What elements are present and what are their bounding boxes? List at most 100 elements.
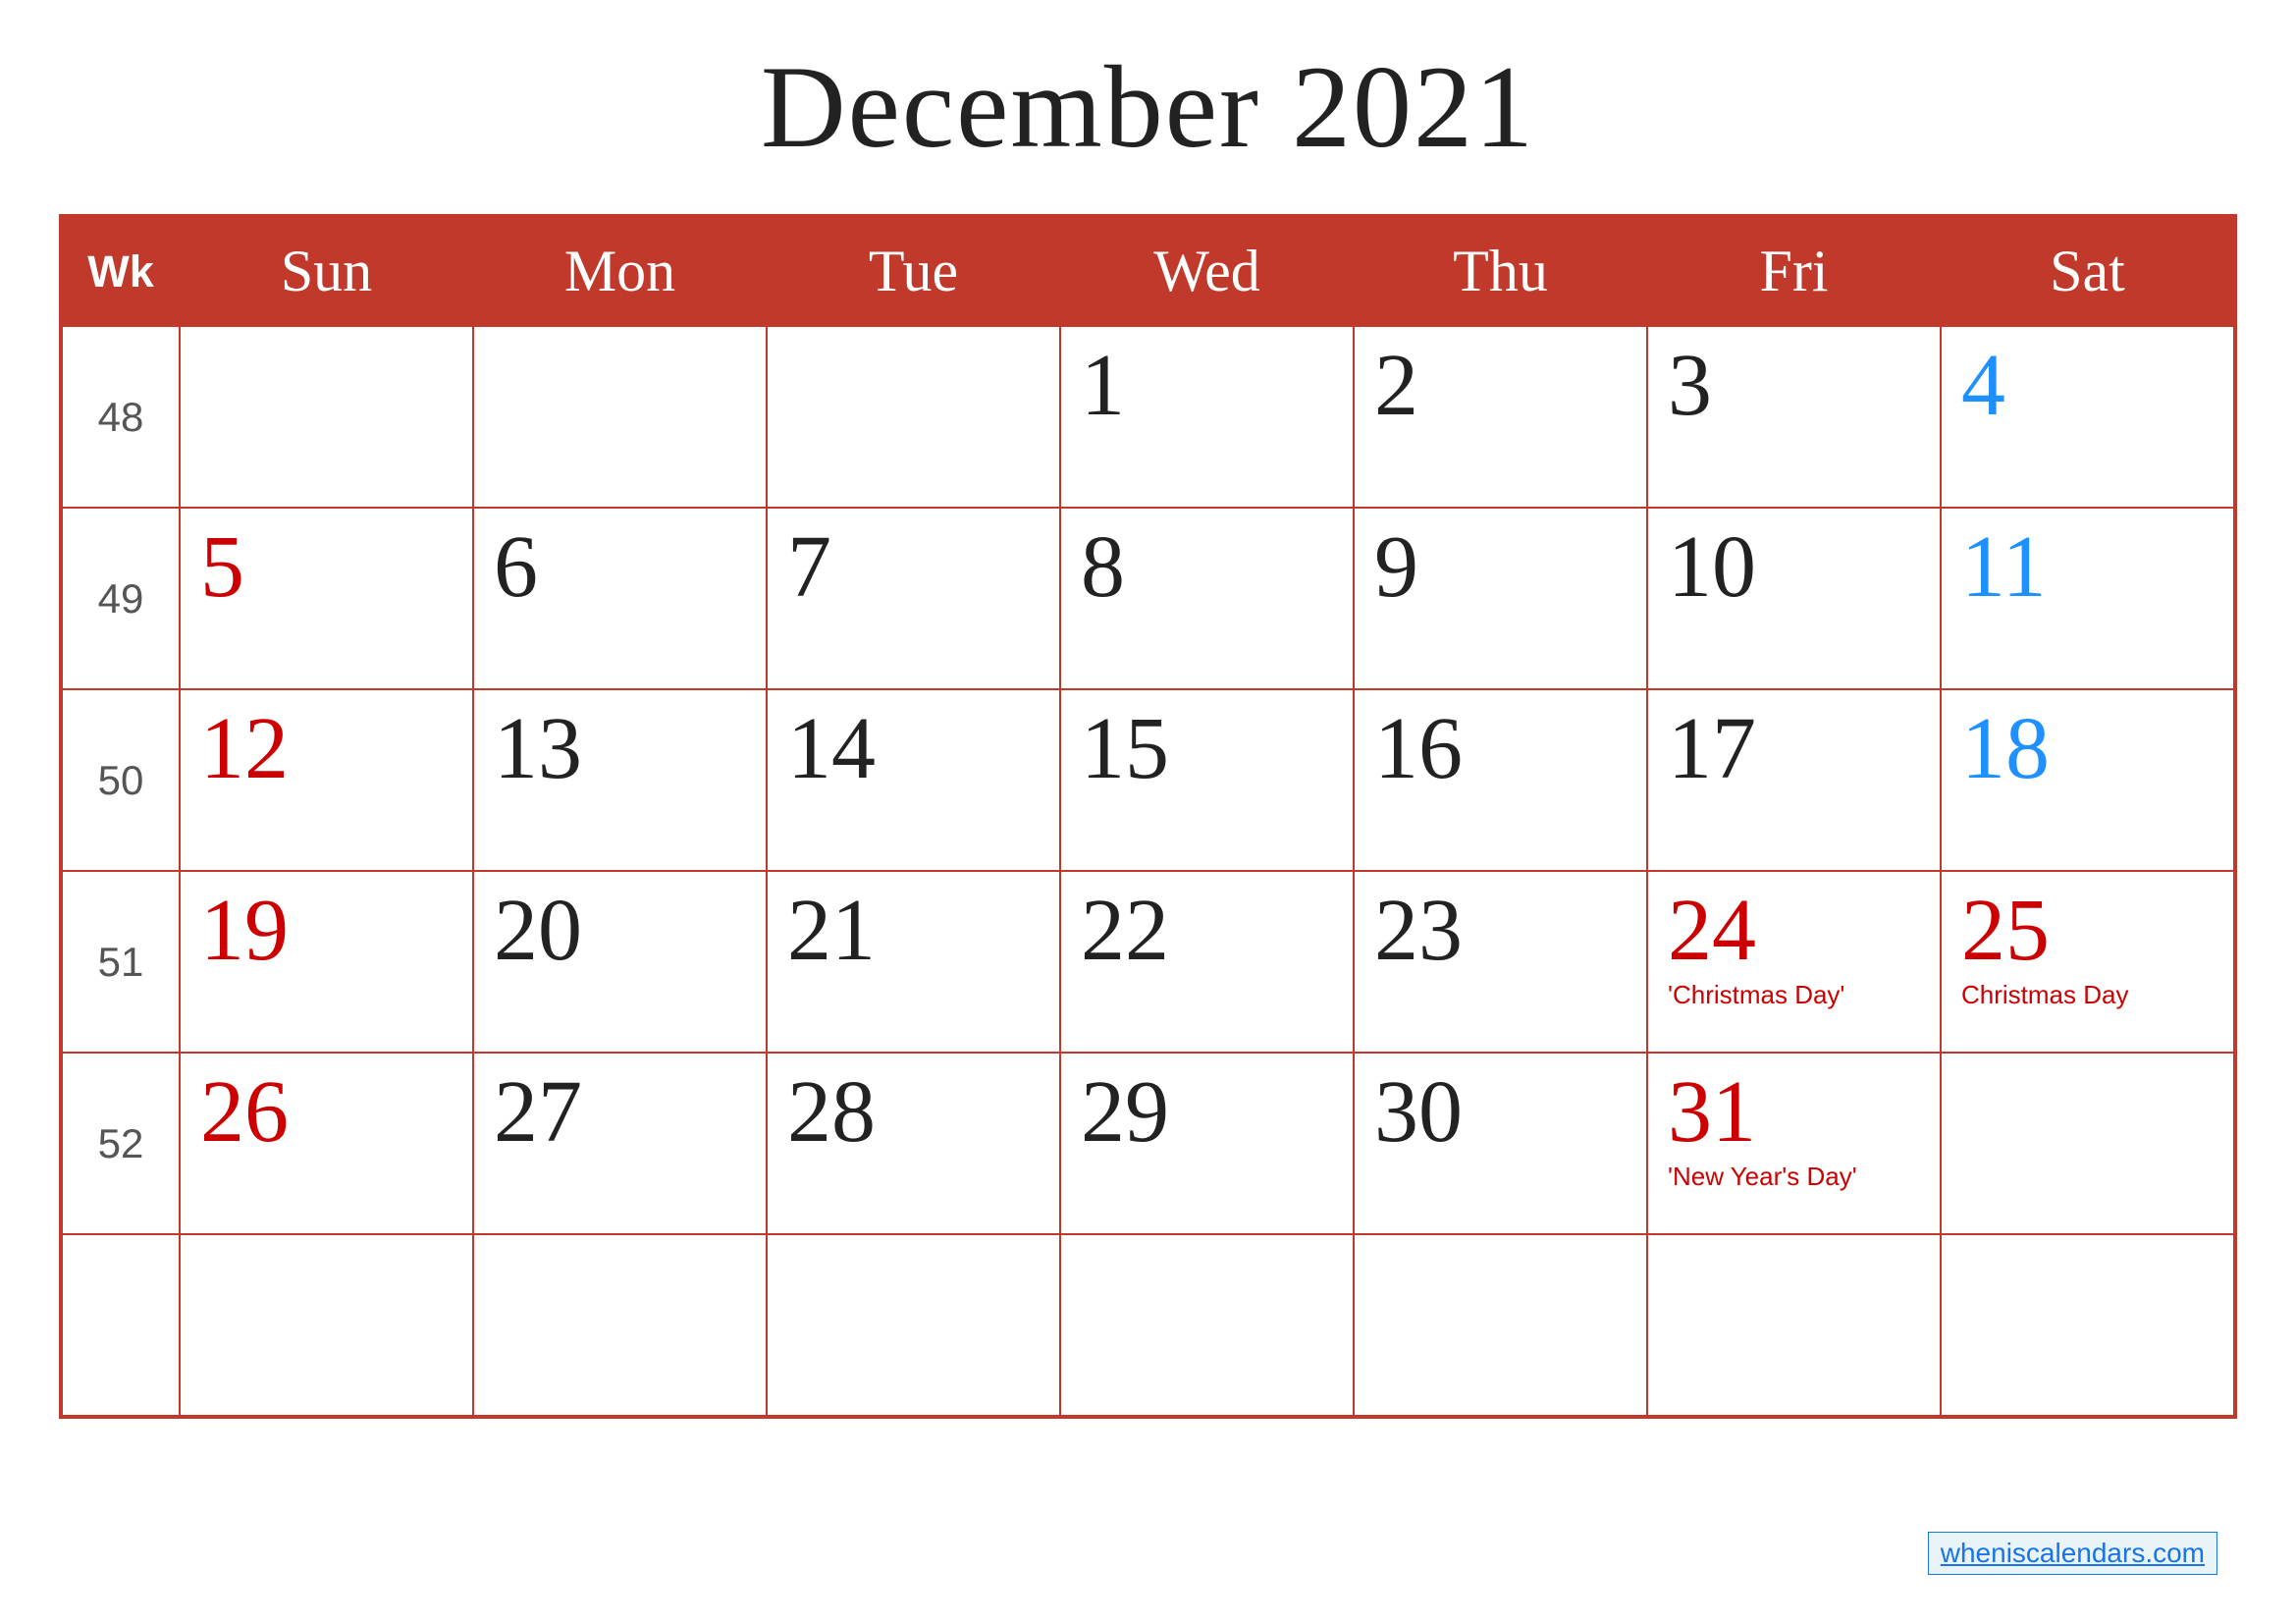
day-number: 17	[1668, 700, 1756, 797]
day-cell: 9	[1354, 508, 1647, 689]
day-cell: 8	[1060, 508, 1354, 689]
week-number: 52	[62, 1053, 180, 1234]
day-number: 8	[1081, 518, 1125, 616]
day-number: 25	[1961, 882, 2050, 979]
calendar-row: 5012 13 14 15 16 17 18	[62, 689, 2234, 871]
day-number: 6	[494, 518, 538, 616]
day-cell: 29	[1060, 1053, 1354, 1234]
day-cell: 15	[1060, 689, 1354, 871]
day-number: 7	[787, 518, 831, 616]
day-cell	[1941, 1234, 2234, 1416]
day-cell	[767, 326, 1060, 508]
col-header-wk: Wk	[62, 217, 180, 326]
day-cell: 10	[1647, 508, 1941, 689]
day-number: 18	[1961, 700, 2050, 797]
week-number: 51	[62, 871, 180, 1053]
watermark[interactable]: wheniscalendars.com	[1928, 1532, 2217, 1575]
calendar-row: 48 1 2 3 4	[62, 326, 2234, 508]
col-header-sun: Sun	[180, 217, 473, 326]
day-cell: 23	[1354, 871, 1647, 1053]
day-cell: 12	[180, 689, 473, 871]
day-number: 28	[787, 1063, 876, 1161]
day-cell	[1060, 1234, 1354, 1416]
holiday-label: 'Christmas Day'	[1668, 980, 1920, 1010]
day-cell: 16	[1354, 689, 1647, 871]
day-cell: 17	[1647, 689, 1941, 871]
col-header-fri: Fri	[1647, 217, 1941, 326]
day-cell: 5	[180, 508, 473, 689]
day-cell: 31'New Year's Day'	[1647, 1053, 1941, 1234]
day-number: 9	[1374, 518, 1418, 616]
day-cell: 24'Christmas Day'	[1647, 871, 1941, 1053]
holiday-label: 'New Year's Day'	[1668, 1162, 1920, 1192]
day-number: 15	[1081, 700, 1169, 797]
calendar-row: 51192021222324'Christmas Day'25Christmas…	[62, 871, 2234, 1053]
day-number: 23	[1374, 882, 1463, 979]
day-cell	[473, 326, 767, 508]
day-cell: 2	[1354, 326, 1647, 508]
day-cell: 1	[1060, 326, 1354, 508]
day-number: 19	[200, 882, 289, 979]
day-cell	[473, 1234, 767, 1416]
week-number: 50	[62, 689, 180, 871]
week-number: 49	[62, 508, 180, 689]
day-cell: 3	[1647, 326, 1941, 508]
day-cell: 18	[1941, 689, 2234, 871]
day-cell: 27	[473, 1053, 767, 1234]
day-cell: 30	[1354, 1053, 1647, 1234]
day-number: 2	[1374, 337, 1418, 434]
holiday-label: Christmas Day	[1961, 980, 2214, 1010]
day-cell: 26	[180, 1053, 473, 1234]
day-number: 5	[200, 518, 244, 616]
day-number: 31	[1668, 1063, 1756, 1161]
col-header-sat: Sat	[1941, 217, 2234, 326]
calendar: Wk Sun Mon Tue Wed Thu Fri Sat 481234495…	[59, 214, 2237, 1419]
day-cell: 13	[473, 689, 767, 871]
day-number: 4	[1961, 337, 2005, 434]
day-number: 16	[1374, 700, 1463, 797]
day-cell: 28	[767, 1053, 1060, 1234]
day-cell: 11	[1941, 508, 2234, 689]
day-cell: 19	[180, 871, 473, 1053]
calendar-row: 5226 27 28 29 30 31'New Year's Day'	[62, 1053, 2234, 1234]
day-number: 29	[1081, 1063, 1169, 1161]
day-number: 10	[1668, 518, 1756, 616]
week-number: 48	[62, 326, 180, 508]
day-number: 27	[494, 1063, 582, 1161]
col-header-mon: Mon	[473, 217, 767, 326]
day-cell: 21	[767, 871, 1060, 1053]
day-number: 26	[200, 1063, 289, 1161]
day-number: 30	[1374, 1063, 1463, 1161]
day-cell: 20	[473, 871, 767, 1053]
day-cell: 22	[1060, 871, 1354, 1053]
day-cell	[1647, 1234, 1941, 1416]
header-row: Wk Sun Mon Tue Wed Thu Fri Sat	[62, 217, 2234, 326]
day-number: 21	[787, 882, 876, 979]
day-number: 11	[1961, 518, 2047, 616]
day-cell	[1354, 1234, 1647, 1416]
col-header-wed: Wed	[1060, 217, 1354, 326]
day-number: 3	[1668, 337, 1712, 434]
day-number: 14	[787, 700, 876, 797]
calendar-row	[62, 1234, 2234, 1416]
col-header-tue: Tue	[767, 217, 1060, 326]
day-number: 24	[1668, 882, 1756, 979]
day-cell: 14	[767, 689, 1060, 871]
day-cell	[180, 326, 473, 508]
day-number: 13	[494, 700, 582, 797]
day-number: 20	[494, 882, 582, 979]
day-cell: 25Christmas Day	[1941, 871, 2234, 1053]
day-cell	[767, 1234, 1060, 1416]
day-cell	[180, 1234, 473, 1416]
day-number: 1	[1081, 337, 1125, 434]
day-cell	[1941, 1053, 2234, 1234]
day-number: 12	[200, 700, 289, 797]
page-title: December 2021	[761, 39, 1535, 175]
day-number: 22	[1081, 882, 1169, 979]
day-cell: 6	[473, 508, 767, 689]
day-cell: 7	[767, 508, 1060, 689]
calendar-row: 495 6 7 8 9 10 11	[62, 508, 2234, 689]
day-cell: 4	[1941, 326, 2234, 508]
col-header-thu: Thu	[1354, 217, 1647, 326]
week-number	[62, 1234, 180, 1416]
